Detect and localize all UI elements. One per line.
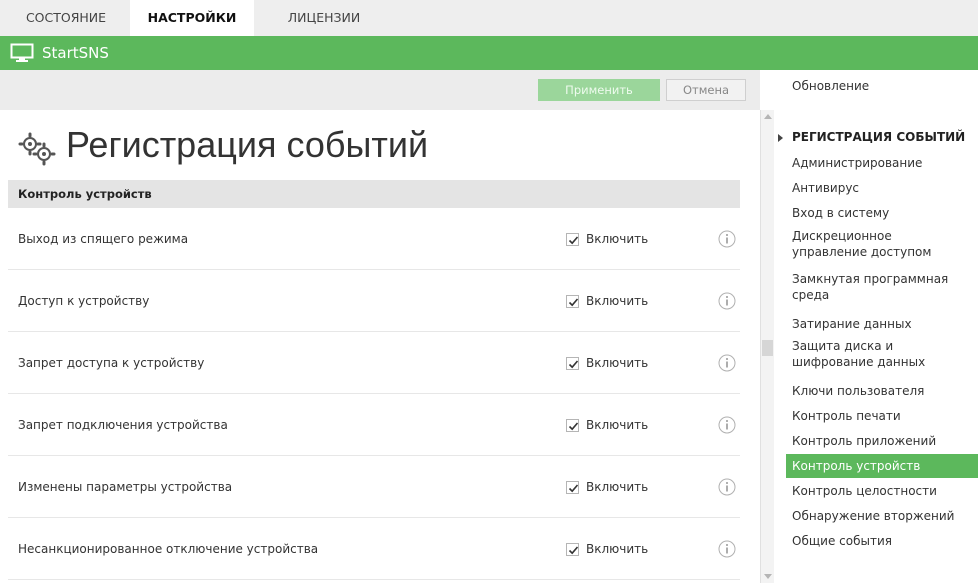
sidebar-item-label-line: среда — [792, 288, 830, 302]
section-title: Контроль устройств — [18, 187, 152, 201]
enable-checkbox[interactable] — [566, 357, 579, 370]
setting-label: Запрет доступа к устройству — [18, 356, 205, 370]
sidebar-item-discretionary-access[interactable]: Дискреционное управление доступом — [792, 228, 931, 260]
enable-label[interactable]: Включить — [586, 518, 648, 580]
sidebar-item-integrity-control[interactable]: Контроль целостности — [792, 483, 937, 499]
info-icon[interactable] — [718, 416, 736, 434]
sidebar-item-label-line: Защита диска и — [792, 339, 894, 353]
sidebar-item-general-events[interactable]: Общие события — [792, 533, 892, 549]
expand-triangle-icon[interactable] — [778, 134, 783, 142]
sidebar-item-data-wiping[interactable]: Затирание данных — [792, 316, 912, 332]
enable-label[interactable]: Включить — [586, 208, 648, 270]
info-icon[interactable] — [718, 478, 736, 496]
enable-checkbox[interactable] — [566, 295, 579, 308]
enable-label[interactable]: Включить — [586, 270, 648, 332]
setting-label: Запрет подключения устройства — [18, 418, 228, 432]
enable-label[interactable]: Включить — [586, 456, 648, 518]
sidebar-item-user-keys[interactable]: Ключи пользователя — [792, 383, 924, 399]
sidebar-nav: Обновление РЕГИСТРАЦИЯ СОБЫТИЙ Администр… — [774, 70, 978, 583]
enable-checkbox[interactable] — [566, 543, 579, 556]
cancel-button[interactable]: Отмена — [666, 79, 746, 101]
info-icon[interactable] — [718, 354, 736, 372]
content-scrollbar[interactable] — [760, 110, 774, 583]
scroll-thumb[interactable] — [762, 340, 773, 356]
setting-row: Изменены параметры устройства Включить — [8, 456, 740, 518]
setting-label: Доступ к устройству — [18, 294, 150, 308]
top-tab-bar: СОСТОЯНИЕ НАСТРОЙКИ ЛИЦЕНЗИИ — [0, 0, 978, 36]
setting-row: Запрет доступа к устройству Включить — [8, 332, 740, 394]
sidebar-item-closed-software-env[interactable]: Замкнутая программная среда — [792, 271, 948, 303]
enable-checkbox[interactable] — [566, 233, 579, 246]
toolbar: Применить Отмена — [0, 70, 760, 110]
tab-status[interactable]: СОСТОЯНИЕ — [18, 0, 114, 36]
setting-row: Доступ к устройству Включить — [8, 270, 740, 332]
section-header: Контроль устройств — [8, 180, 740, 208]
sidebar-item-antivirus[interactable]: Антивирус — [792, 180, 859, 196]
enable-checkbox[interactable] — [566, 481, 579, 494]
scroll-down-arrow-icon[interactable] — [764, 574, 772, 579]
app-title: StartSNS — [42, 44, 109, 62]
info-icon[interactable] — [718, 230, 736, 248]
tab-settings[interactable]: НАСТРОЙКИ — [130, 0, 254, 36]
info-icon[interactable] — [718, 292, 736, 310]
sidebar-item-label-line: Дискреционное — [792, 229, 892, 243]
sidebar-item-label-line: шифрование данных — [792, 355, 926, 369]
scroll-up-arrow-icon[interactable] — [764, 114, 772, 119]
setting-row: Запрет подключения устройства Включить — [8, 394, 740, 456]
setting-label: Изменены параметры устройства — [18, 480, 233, 494]
tab-licenses[interactable]: ЛИЦЕНЗИИ — [274, 0, 374, 36]
sidebar-group-event-logging[interactable]: РЕГИСТРАЦИЯ СОБЫТИЙ — [792, 130, 965, 144]
enable-label[interactable]: Включить — [586, 394, 648, 456]
sidebar-item-print-control[interactable]: Контроль печати — [792, 408, 901, 424]
setting-row: Выход из спящего режима Включить — [8, 208, 740, 270]
app-header: StartSNS — [0, 36, 978, 70]
sidebar-item-app-control[interactable]: Контроль приложений — [792, 433, 936, 449]
sidebar-item-administration[interactable]: Администрирование — [792, 155, 922, 171]
setting-label: Несанкционированное отключение устройств… — [18, 542, 319, 556]
sidebar-item-login[interactable]: Вход в систему — [792, 205, 889, 221]
sidebar-item-device-control[interactable]: Контроль устройств — [786, 454, 978, 478]
apply-button[interactable]: Применить — [538, 79, 660, 101]
monitor-icon — [10, 43, 34, 63]
info-icon[interactable] — [718, 540, 736, 558]
sidebar-item-intrusion-detection[interactable]: Обнаружение вторжений — [792, 508, 954, 524]
sidebar-item-update[interactable]: Обновление — [792, 78, 869, 94]
setting-label: Выход из спящего режима — [18, 232, 189, 246]
enable-label[interactable]: Включить — [586, 332, 648, 394]
page-title-text: Регистрация событий — [66, 124, 429, 165]
main-panel: Применить Отмена Регистрация событий Кон… — [0, 70, 760, 583]
sidebar-item-label-line: управление доступом — [792, 245, 932, 259]
sidebar-item-label-line: Замкнутая программная — [792, 272, 949, 286]
sidebar-item-disk-encryption[interactable]: Защита диска и шифрование данных — [792, 338, 925, 370]
enable-checkbox[interactable] — [566, 419, 579, 432]
gears-icon — [18, 132, 56, 166]
setting-row: Несанкционированное отключение устройств… — [8, 518, 740, 580]
